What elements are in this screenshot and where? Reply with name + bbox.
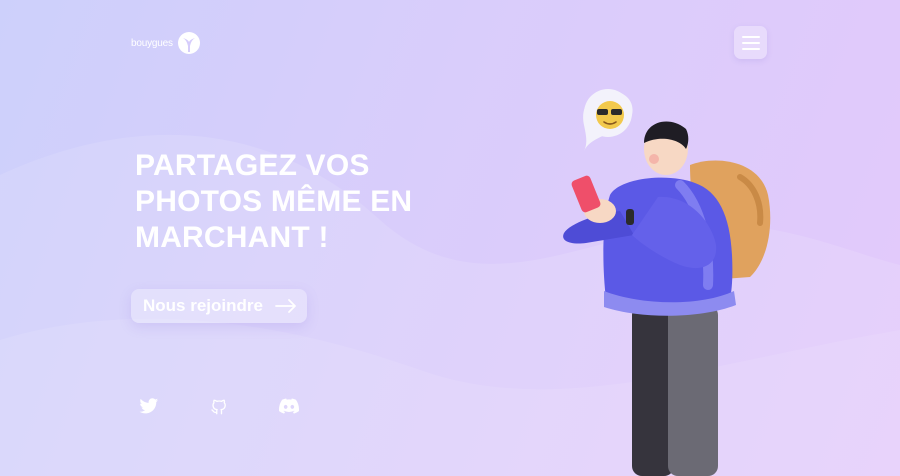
hamburger-menu-icon <box>741 35 760 50</box>
github-link[interactable] <box>210 398 230 416</box>
hero-title-line-2: PHOTOS MÊME EN <box>135 185 413 218</box>
discord-link[interactable] <box>279 398 300 416</box>
sunglasses-emoji-icon <box>596 101 624 129</box>
join-button-label: Nous rejoindre <box>143 296 263 315</box>
hero-title-line-1: PARTAGEZ VOS <box>135 149 370 182</box>
discord-icon <box>279 398 300 414</box>
twitter-link[interactable] <box>139 398 159 416</box>
landing-page: bouygues PARTAGEZ VOS PHOTOS MÊME EN MAR… <box>0 0 900 476</box>
arrow-right-icon <box>275 299 296 313</box>
logo-text: bouygues <box>131 37 173 49</box>
menu-button[interactable] <box>734 26 767 59</box>
hero-title: PARTAGEZ VOS PHOTOS MÊME EN MARCHANT ! <box>135 148 435 256</box>
character-illustration <box>563 89 771 476</box>
brand-logo[interactable]: bouygues <box>131 31 202 55</box>
hero-title-line-3: MARCHANT ! <box>135 221 329 254</box>
github-icon <box>211 399 226 415</box>
bouygues-logo-icon <box>177 32 200 54</box>
join-button[interactable]: Nous rejoindre <box>131 289 307 323</box>
twitter-icon <box>139 398 159 414</box>
